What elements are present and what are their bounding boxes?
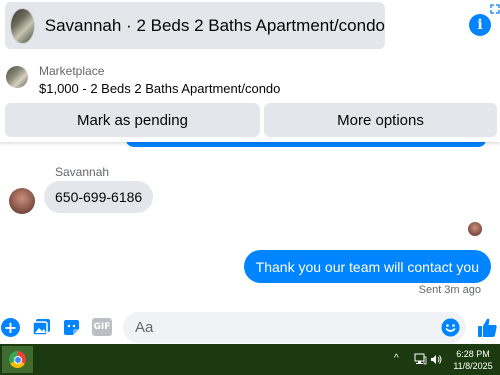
info-icon[interactable]: i <box>469 14 491 36</box>
marketplace-label: Marketplace <box>39 64 105 78</box>
chrome-icon <box>9 351 26 368</box>
message-composer: + GIF <box>0 310 500 344</box>
listing-avatar <box>10 7 35 44</box>
windows-taskbar: ^ 6:28 PM 11/8/2025 <box>0 344 500 375</box>
previous-outgoing-bubble <box>126 142 486 147</box>
gif-icon[interactable]: GIF <box>92 318 112 336</box>
marketplace-banner: Marketplace $1,000 - 2 Beds 2 Baths Apar… <box>0 52 500 142</box>
tray-expand-icon[interactable]: ^ <box>394 353 399 364</box>
listing-title[interactable]: $1,000 - 2 Beds 2 Baths Apartment/condo <box>39 81 280 96</box>
conversation-header: Savannah · 2 Beds 2 Baths Apartment/cond… <box>0 0 500 52</box>
sent-status: Sent 3m ago <box>418 284 481 296</box>
sender-name: Savannah <box>55 165 110 179</box>
thumbs-up-icon[interactable] <box>477 317 498 338</box>
mark-as-pending-button[interactable]: Mark as pending <box>5 103 260 137</box>
outgoing-message-bubble[interactable]: Thank you our team will contact you <box>243 250 491 283</box>
taskbar-clock-time[interactable]: 6:28 PM <box>452 349 494 359</box>
listing-thumbnail[interactable] <box>6 66 28 88</box>
taskbar-clock-date[interactable]: 11/8/2025 <box>452 361 494 371</box>
chrome-taskbar-button[interactable] <box>2 346 33 373</box>
plus-icon[interactable]: + <box>1 318 20 337</box>
conversation-title: Savannah · 2 Beds 2 Baths Apartment/cond… <box>44 15 385 35</box>
messenger-window: Savannah · 2 Beds 2 Baths Apartment/cond… <box>0 0 500 344</box>
incoming-message-bubble[interactable]: 650-699-6186 <box>44 181 154 213</box>
conversation-title-button[interactable]: Savannah · 2 Beds 2 Baths Apartment/cond… <box>5 2 385 49</box>
message-thread[interactable]: Savannah 650-699-6186 Thank you our team… <box>0 142 500 310</box>
expand-icon[interactable] <box>490 4 500 16</box>
photo-icon[interactable] <box>32 318 51 337</box>
seen-indicator-avatar <box>468 222 482 236</box>
message-input[interactable] <box>123 312 466 343</box>
sender-avatar[interactable] <box>9 188 35 214</box>
more-options-button[interactable]: More options <box>264 103 497 137</box>
volume-icon[interactable] <box>430 353 443 366</box>
emoji-icon[interactable] <box>441 318 460 337</box>
network-icon[interactable] <box>414 353 427 366</box>
sticker-icon[interactable] <box>62 318 81 337</box>
